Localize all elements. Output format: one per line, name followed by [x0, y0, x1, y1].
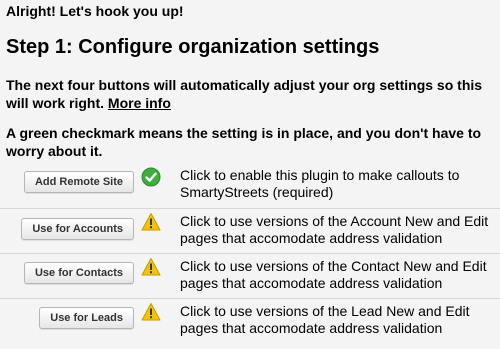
warning-icon: [141, 213, 161, 231]
more-info-link[interactable]: More info: [108, 95, 171, 111]
intro-description: The next four buttons will automatically…: [6, 77, 483, 111]
remote-site-description: Click to enable this plugin to make call…: [180, 167, 460, 200]
setup-page: Alright! Let's hook you up! Step 1: Conf…: [0, 0, 500, 349]
use-for-contacts-button[interactable]: Use for Contacts: [23, 262, 134, 284]
warning-icon: [141, 258, 161, 276]
step-title: Step 1: Configure organization settings: [6, 36, 380, 58]
setting-row-leads: Use for Leads Click to use versions of t…: [0, 298, 500, 343]
greeting-text: Alright! Let's hook you up!: [6, 3, 184, 19]
add-remote-site-button[interactable]: Add Remote Site: [23, 171, 134, 193]
contacts-description: Click to use versions of the Contact New…: [180, 258, 487, 291]
setting-row-accounts: Use for Accounts Click to use versions o…: [0, 208, 500, 253]
warning-icon: [141, 303, 161, 321]
checkmark-note: A green checkmark means the setting is i…: [6, 125, 482, 159]
setting-row-remote-site: Add Remote Site Click to enable this plu…: [0, 165, 500, 209]
setting-row-contacts: Use for Contacts Click to use versions o…: [0, 253, 500, 298]
accounts-description: Click to use versions of the Account New…: [180, 213, 489, 246]
leads-description: Click to use versions of the Lead New an…: [180, 303, 470, 336]
use-for-accounts-button[interactable]: Use for Accounts: [21, 218, 134, 240]
use-for-leads-button[interactable]: Use for Leads: [39, 307, 134, 329]
green-checkmark-icon: [141, 167, 161, 187]
intro-text: The next four buttons will automatically…: [6, 76, 494, 112]
